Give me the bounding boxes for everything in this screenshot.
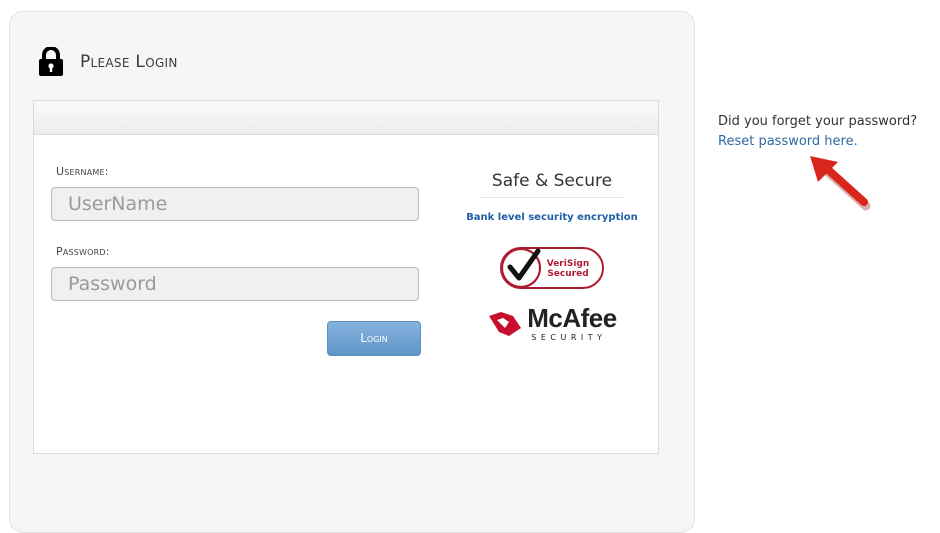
mcafee-shield-icon	[489, 311, 522, 336]
bank-encryption-text: Bank level security encryption	[466, 212, 638, 223]
password-label: Password:	[56, 245, 110, 258]
reset-password-link[interactable]: Reset password here.	[718, 132, 917, 152]
safe-secure-title: Safe & Secure	[480, 171, 624, 198]
security-badges: Safe & Secure Bank level security encryp…	[466, 171, 638, 342]
page-title: Please Login	[80, 52, 178, 72]
card-header-bar	[34, 101, 658, 135]
red-arrow-icon	[810, 156, 871, 211]
mcafee-logo: McAfee SECURITY	[466, 305, 638, 342]
verisign-text-1: VeriSign	[547, 259, 590, 269]
lock-icon	[39, 47, 63, 76]
login-button[interactable]: Login	[327, 321, 421, 356]
password-input[interactable]	[51, 267, 419, 301]
panel-header: Please Login	[38, 42, 178, 82]
username-input[interactable]	[51, 187, 419, 221]
forgot-password-question: Did you forget your password?	[718, 114, 918, 129]
username-label: Username:	[56, 165, 109, 178]
verisign-text-2: Secured	[547, 269, 588, 279]
login-panel: Please Login Username: Password: Login S…	[9, 11, 695, 533]
mcafee-name: McAfee	[527, 303, 617, 333]
verisign-logo: VeriSign Secured	[500, 247, 604, 289]
login-form-card: Username: Password: Login Safe & Secure …	[33, 100, 659, 454]
mcafee-subtitle: SECURITY	[531, 333, 607, 342]
forgot-password-area: Did you forget your password? Reset pass…	[718, 112, 917, 152]
